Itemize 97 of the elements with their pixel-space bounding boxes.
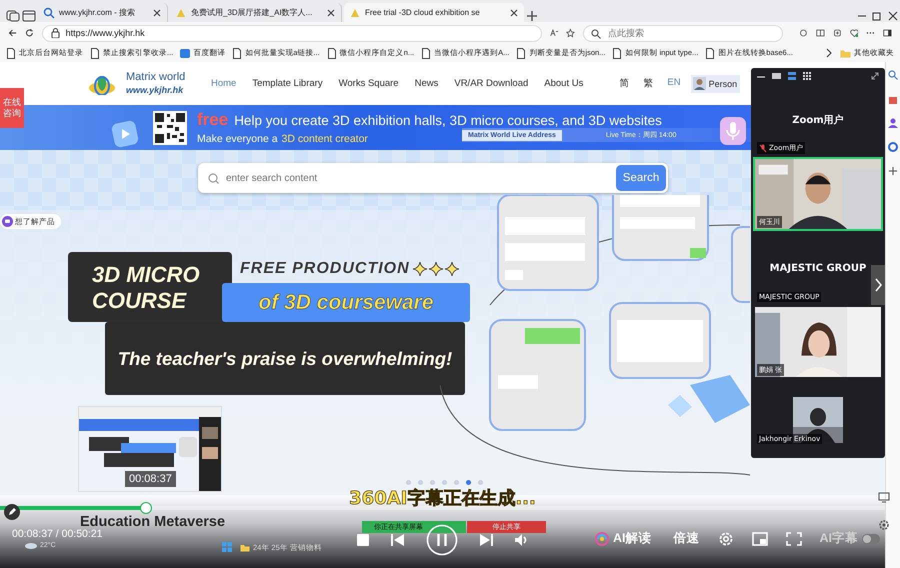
video-title: Education Metaverse	[80, 514, 226, 530]
carousel-dot[interactable]	[478, 480, 483, 485]
page-icon	[90, 48, 100, 58]
banner-headline: Help you create 3D exhibition halls, 3D micro courses, and 3D websites	[234, 113, 662, 128]
hero-tagline: FREE PRODUCTION	[240, 260, 410, 278]
carousel-dot[interactable]	[442, 480, 447, 485]
page-icon	[326, 48, 337, 58]
stop-icon[interactable]	[356, 533, 370, 547]
folder-icon	[240, 544, 250, 552]
page-icon	[612, 48, 622, 58]
browser-tab[interactable]: Free trial -3D cloud exhibition se	[344, 3, 524, 22]
picture-in-picture-icon[interactable]	[752, 532, 768, 546]
preview-time: 00:08:37	[125, 471, 176, 487]
chevron-right-icon[interactable]	[825, 48, 833, 58]
carousel-dot[interactable]	[466, 480, 471, 485]
muted-microphone-icon	[759, 144, 767, 152]
consult-button[interactable]: 在线咨询	[0, 88, 24, 128]
address-bar[interactable]: https://www.ykjhr.hk	[42, 24, 542, 42]
sparkles-icon	[412, 262, 459, 276]
windows-logo-icon	[222, 542, 232, 552]
thumbnail-view-icon[interactable]	[772, 72, 781, 80]
speaker-view-icon[interactable]	[788, 72, 796, 80]
language-link[interactable]: 简	[619, 77, 630, 90]
carousel-dot[interactable]	[454, 480, 459, 485]
nav-link[interactable]: VR/AR Download	[454, 78, 528, 89]
language-link[interactable]: EN	[667, 77, 681, 90]
gallery-view-icon[interactable]	[803, 72, 811, 80]
search-field[interactable]: 点此搜索	[583, 24, 784, 42]
add-tab-icon[interactable]	[526, 10, 538, 22]
chat-icon	[2, 216, 13, 227]
hero-slogan: The teacher's praise is overwhelming!	[105, 322, 465, 395]
tab-actions-icon[interactable]	[6, 10, 20, 22]
language-link[interactable]: 繁	[643, 77, 654, 90]
collections-icon[interactable]	[832, 27, 842, 39]
account-button[interactable]: Person	[690, 74, 740, 92]
back-icon[interactable]	[8, 27, 17, 39]
qr-code-icon	[153, 110, 187, 144]
nav-link[interactable]: About Us	[544, 78, 584, 89]
avatar-icon	[692, 77, 706, 90]
logo-name: Matrix world	[126, 72, 186, 83]
carousel-dot[interactable]	[406, 480, 411, 485]
close-icon[interactable]	[152, 8, 162, 18]
previous-icon[interactable]	[390, 533, 406, 547]
banner-subtitle: Make everyone a	[197, 133, 278, 145]
search-icon	[208, 173, 219, 184]
cast-icon[interactable]	[878, 492, 890, 503]
nav-link[interactable]: News	[414, 78, 438, 89]
close-icon[interactable]	[509, 8, 519, 18]
settings-icon[interactable]	[878, 519, 890, 531]
hero-title: 3D MICRO COURSE	[68, 252, 232, 322]
sidebar-icon[interactable]	[883, 27, 892, 39]
pencil-icon[interactable]	[4, 504, 20, 520]
circle-icon[interactable]	[888, 142, 898, 152]
fullscreen-icon[interactable]	[786, 532, 802, 546]
hero-subtitle: of 3D courseware	[222, 283, 470, 322]
banner-highlight: 3D content creator	[282, 133, 368, 145]
pause-icon[interactable]	[426, 524, 458, 556]
page-icon	[349, 6, 361, 18]
close-icon[interactable]	[326, 8, 336, 18]
lock-icon	[50, 28, 60, 38]
browser-tab[interactable]: 免费试用_3D展厅搭建_AI数字人...	[170, 3, 342, 22]
star-icon[interactable]	[566, 27, 576, 39]
browser-tab[interactable]: www.ykjhr.com - 搜索	[38, 3, 168, 22]
carousel-dot[interactable]	[418, 480, 423, 485]
next-icon[interactable]	[478, 533, 494, 547]
ai-logo-icon	[595, 532, 609, 546]
participant-title: Zoom用户	[792, 113, 844, 127]
chevron-right-icon	[874, 278, 882, 292]
page-icon	[175, 6, 187, 18]
subtitle: 360AI字幕正在生成...	[349, 488, 536, 509]
sidebar-icon[interactable]	[22, 10, 36, 22]
page-icon	[705, 48, 716, 58]
nav-link[interactable]: Works Square	[338, 78, 399, 89]
nav-link[interactable]: Template Library	[252, 78, 323, 89]
cloud-icon	[25, 541, 37, 549]
page-icon	[232, 48, 242, 58]
translate-icon	[180, 48, 190, 58]
search-icon	[43, 6, 55, 18]
read-aloud-icon[interactable]	[550, 27, 558, 39]
time-display: 00:08:37 / 00:50:21	[12, 528, 102, 540]
person-icon[interactable]	[888, 118, 898, 128]
add-icon[interactable]	[888, 166, 898, 176]
close-icon[interactable]	[886, 10, 900, 22]
nav-link[interactable]: Home	[211, 78, 236, 89]
search-icon[interactable]	[888, 70, 898, 80]
participant-title: MAJESTIC GROUP	[770, 262, 866, 274]
folder-icon	[840, 48, 851, 58]
carousel-dot[interactable]	[430, 480, 435, 485]
search-icon	[591, 28, 602, 38]
split-screen-icon[interactable]	[816, 27, 825, 39]
browser-essentials-icon[interactable]	[850, 27, 858, 39]
expand-icon[interactable]	[871, 72, 879, 80]
logo-url: www.ykjhr.hk	[126, 85, 184, 95]
next-button[interactable]	[871, 265, 885, 305]
page-icon	[421, 48, 432, 58]
page-icon	[516, 48, 526, 58]
free-label: free	[197, 110, 228, 130]
